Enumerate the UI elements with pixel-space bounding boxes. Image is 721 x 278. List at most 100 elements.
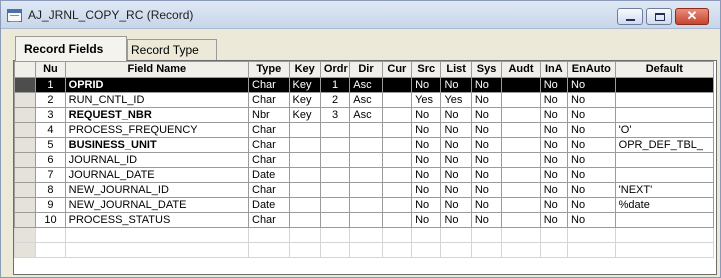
table-row[interactable]: 3 REQUEST_NBR Nbr Key 3 Asc No No No No …	[14, 107, 715, 123]
audt-cell	[501, 197, 541, 213]
column-header-dir[interactable]: Dir	[349, 61, 383, 78]
sys-cell: No	[470, 107, 503, 123]
type-cell: Char	[248, 152, 290, 168]
column-header-audt[interactable]: Audt	[501, 61, 541, 78]
ina-cell: No	[539, 137, 569, 153]
sys-cell: No	[470, 182, 503, 198]
sys-cell: No	[470, 137, 503, 153]
default-cell: 'O'	[614, 122, 715, 138]
column-header-cur[interactable]: Cur	[381, 61, 413, 78]
sys-cell: No	[470, 152, 503, 168]
row-selector[interactable]	[14, 212, 37, 228]
row-selector[interactable]	[14, 182, 37, 198]
field-name-cell[interactable]: NEW_JOURNAL_DATE	[64, 197, 250, 213]
ordr-cell: 3	[319, 107, 351, 123]
row-selector[interactable]	[14, 197, 37, 213]
maximize-button[interactable]	[646, 8, 672, 25]
table-row[interactable]: 2 RUN_CNTL_ID Char Key 2 Asc Yes Yes No …	[14, 92, 715, 108]
ordr-cell	[319, 167, 351, 183]
dir-cell: Asc	[349, 77, 383, 93]
default-cell: %date	[614, 197, 715, 213]
table-row[interactable]: 1 OPRID Char Key 1 Asc No No No No No	[14, 77, 715, 93]
close-button[interactable]: ✕	[675, 8, 709, 25]
column-header-selector[interactable]	[14, 61, 37, 78]
row-selector[interactable]	[14, 242, 37, 258]
title-bar[interactable]: AJ_JRNL_COPY_RC (Record) ✕	[1, 1, 720, 29]
row-selector[interactable]	[14, 107, 37, 123]
field-name-cell[interactable]: OPRID	[64, 77, 250, 93]
row-selector[interactable]	[14, 77, 37, 93]
row-selector[interactable]	[14, 122, 37, 138]
sys-cell: No	[470, 77, 503, 93]
table-row[interactable]: 7 JOURNAL_DATE Date No No No No No	[14, 167, 715, 183]
table-row[interactable]: 9 NEW_JOURNAL_DATE Date No No No No No %…	[14, 197, 715, 213]
column-header-field-name[interactable]: Field Name	[64, 61, 250, 78]
field-name-cell[interactable]: RUN_CNTL_ID	[64, 92, 250, 108]
column-header-enauto[interactable]: EnAuto	[567, 61, 616, 78]
empty-cell	[539, 227, 569, 243]
ordr-cell	[319, 182, 351, 198]
minimize-button[interactable]	[617, 8, 643, 25]
key-cell	[288, 212, 321, 228]
row-selector[interactable]	[14, 167, 37, 183]
row-number: 4	[35, 122, 66, 138]
dir-cell	[349, 122, 383, 138]
ina-cell: No	[539, 152, 569, 168]
table-row[interactable]: 6 JOURNAL_ID Char No No No No No	[14, 152, 715, 168]
table-row[interactable]: 8 NEW_JOURNAL_ID Char No No No No No 'NE…	[14, 182, 715, 198]
column-header-ordr[interactable]: Ordr	[319, 61, 351, 78]
column-header-default[interactable]: Default	[614, 61, 715, 78]
field-name-cell[interactable]: PROCESS_FREQUENCY	[64, 122, 250, 138]
dir-cell: Asc	[349, 92, 383, 108]
tab-record-fields[interactable]: Record Fields	[15, 36, 127, 61]
column-header-ina[interactable]: InA	[539, 61, 569, 78]
list-cell: No	[440, 197, 472, 213]
row-selector[interactable]	[14, 92, 37, 108]
type-cell: Char	[248, 122, 290, 138]
row-selector[interactable]	[14, 227, 37, 243]
column-header-nu[interactable]: Nu	[35, 61, 66, 78]
empty-cell	[349, 227, 383, 243]
field-name-cell[interactable]: REQUEST_NBR	[64, 107, 250, 123]
column-header-src[interactable]: Src	[411, 61, 442, 78]
field-name-cell[interactable]: JOURNAL_ID	[64, 152, 250, 168]
default-cell	[614, 107, 715, 123]
list-cell: No	[440, 77, 472, 93]
sys-cell: No	[470, 167, 503, 183]
minimize-icon	[626, 19, 635, 21]
src-cell: No	[411, 197, 442, 213]
column-header-type[interactable]: Type	[248, 61, 290, 78]
column-header-sys[interactable]: Sys	[470, 61, 503, 78]
column-header-key[interactable]: Key	[288, 61, 321, 78]
empty-cell	[567, 227, 616, 243]
dir-cell	[349, 197, 383, 213]
row-selector[interactable]	[14, 152, 37, 168]
field-name-cell[interactable]: PROCESS_STATUS	[64, 212, 250, 228]
default-cell	[614, 212, 715, 228]
key-cell	[288, 152, 321, 168]
table-row[interactable]: 5 BUSINESS_UNIT Char No No No No No OPR_…	[14, 137, 715, 153]
field-name-cell[interactable]: NEW_JOURNAL_ID	[64, 182, 250, 198]
maximize-icon	[655, 13, 665, 21]
empty-cell	[248, 227, 290, 243]
cur-cell	[381, 77, 413, 93]
dir-cell	[349, 137, 383, 153]
column-header-list[interactable]: List	[440, 61, 472, 78]
table-row[interactable]: 4 PROCESS_FREQUENCY Char No No No No No …	[14, 122, 715, 138]
ordr-cell: 2	[319, 92, 351, 108]
field-name-cell[interactable]: BUSINESS_UNIT	[64, 137, 250, 153]
default-cell: 'NEXT'	[614, 182, 715, 198]
empty-cell	[614, 227, 715, 243]
row-number: 1	[35, 77, 66, 93]
table-row[interactable]: 10 PROCESS_STATUS Char No No No No No	[14, 212, 715, 228]
field-name-cell[interactable]: JOURNAL_DATE	[64, 167, 250, 183]
ordr-cell: 1	[319, 77, 351, 93]
empty-cell	[440, 242, 472, 258]
enauto-cell: No	[567, 212, 616, 228]
src-cell: No	[411, 167, 442, 183]
type-cell: Char	[248, 92, 290, 108]
ordr-cell	[319, 122, 351, 138]
cur-cell	[381, 107, 413, 123]
row-selector[interactable]	[14, 137, 37, 153]
enauto-cell: No	[567, 77, 616, 93]
